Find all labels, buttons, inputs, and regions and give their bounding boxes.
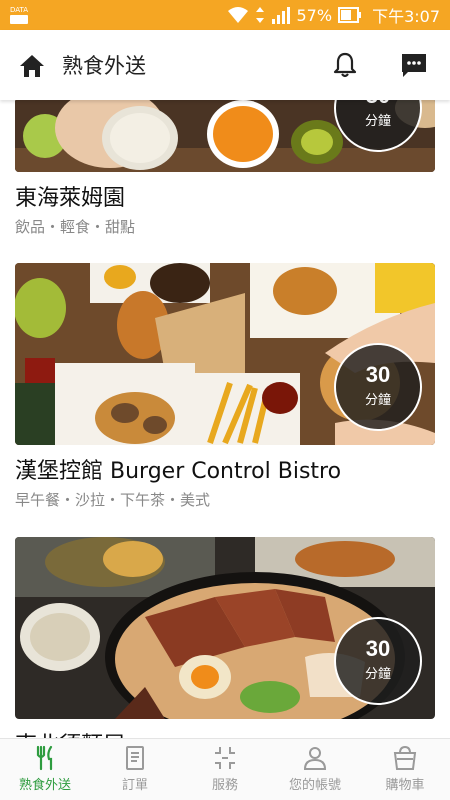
eta-minutes: 30: [365, 362, 391, 387]
delivery-time-badge: 30 分鐘: [334, 343, 422, 431]
wifi-icon: [227, 7, 248, 23]
restaurant-card[interactable]: 30 分鐘 漢堡控館 Burger Control Bistro 早午餐・沙拉・…: [15, 263, 435, 510]
restaurant-photo: 30 分鐘: [15, 537, 435, 719]
sim-card-icon: [10, 15, 28, 24]
sim-label: DATA: [10, 6, 29, 14]
sim-indicator: DATA: [10, 6, 28, 24]
receipt-icon: [126, 746, 144, 770]
restaurant-card[interactable]: 30 分鐘 東海萊姆園 飲品・輕食・甜點: [15, 100, 435, 237]
cart-icon: [393, 745, 417, 770]
service-icon: [215, 747, 235, 769]
signal-icon: [271, 7, 290, 24]
nav-item-food-delivery[interactable]: 熟食外送: [0, 739, 90, 800]
restaurant-photo: 30 分鐘: [15, 263, 435, 445]
app-bar: 熟食外送: [0, 30, 450, 100]
nav-label: 購物車: [385, 778, 425, 793]
page-title: 熟食外送: [62, 54, 146, 78]
battery-percent: 57%: [296, 5, 333, 25]
status-bar: DATA 57% 下午3:07: [0, 0, 450, 30]
nav-label: 服務: [211, 778, 238, 793]
nav-item-cart[interactable]: 購物車: [360, 739, 450, 800]
eta-minutes: 30: [336, 100, 420, 108]
battery-icon: [338, 7, 362, 23]
nav-label: 您的帳號: [288, 778, 341, 793]
restaurant-list[interactable]: 30 分鐘 東海萊姆園 飲品・輕食・甜點: [0, 100, 450, 738]
eta-unit: 分鐘: [364, 393, 391, 408]
restaurant-name: 東北須麵屋: [15, 727, 435, 738]
chat-icon[interactable]: [400, 51, 428, 79]
bottom-navigation: 熟食外送 訂單 服務 您的帳號 購物車: [0, 738, 450, 800]
clock: 下午3:07: [372, 7, 440, 26]
home-icon[interactable]: [18, 52, 46, 80]
nav-item-account[interactable]: 您的帳號: [270, 739, 360, 800]
restaurant-card[interactable]: 30 分鐘 東北須麵屋: [15, 537, 435, 738]
nav-label: 訂單: [121, 778, 148, 793]
fork-knife-icon: [36, 745, 53, 771]
restaurant-name: 東海萊姆園: [15, 186, 126, 211]
restaurant-name: 漢堡控館 Burger Control Bistro: [15, 459, 342, 484]
eta-minutes: 30: [365, 636, 391, 661]
restaurant-tags: 早午餐・沙拉・下午茶・美式: [15, 491, 211, 509]
restaurant-photo: 30 分鐘: [15, 100, 435, 172]
nav-label: 熟食外送: [18, 778, 71, 793]
user-icon: [303, 747, 327, 770]
eta-unit: 分鐘: [364, 667, 391, 682]
nav-item-orders[interactable]: 訂單: [90, 739, 180, 800]
nav-item-services[interactable]: 服務: [180, 739, 270, 800]
delivery-time-badge: 30 分鐘: [334, 617, 422, 705]
data-arrows-icon: [255, 7, 264, 23]
bell-icon[interactable]: [332, 51, 358, 79]
eta-unit: 分鐘: [364, 114, 391, 129]
restaurant-tags: 飲品・輕食・甜點: [15, 218, 136, 236]
